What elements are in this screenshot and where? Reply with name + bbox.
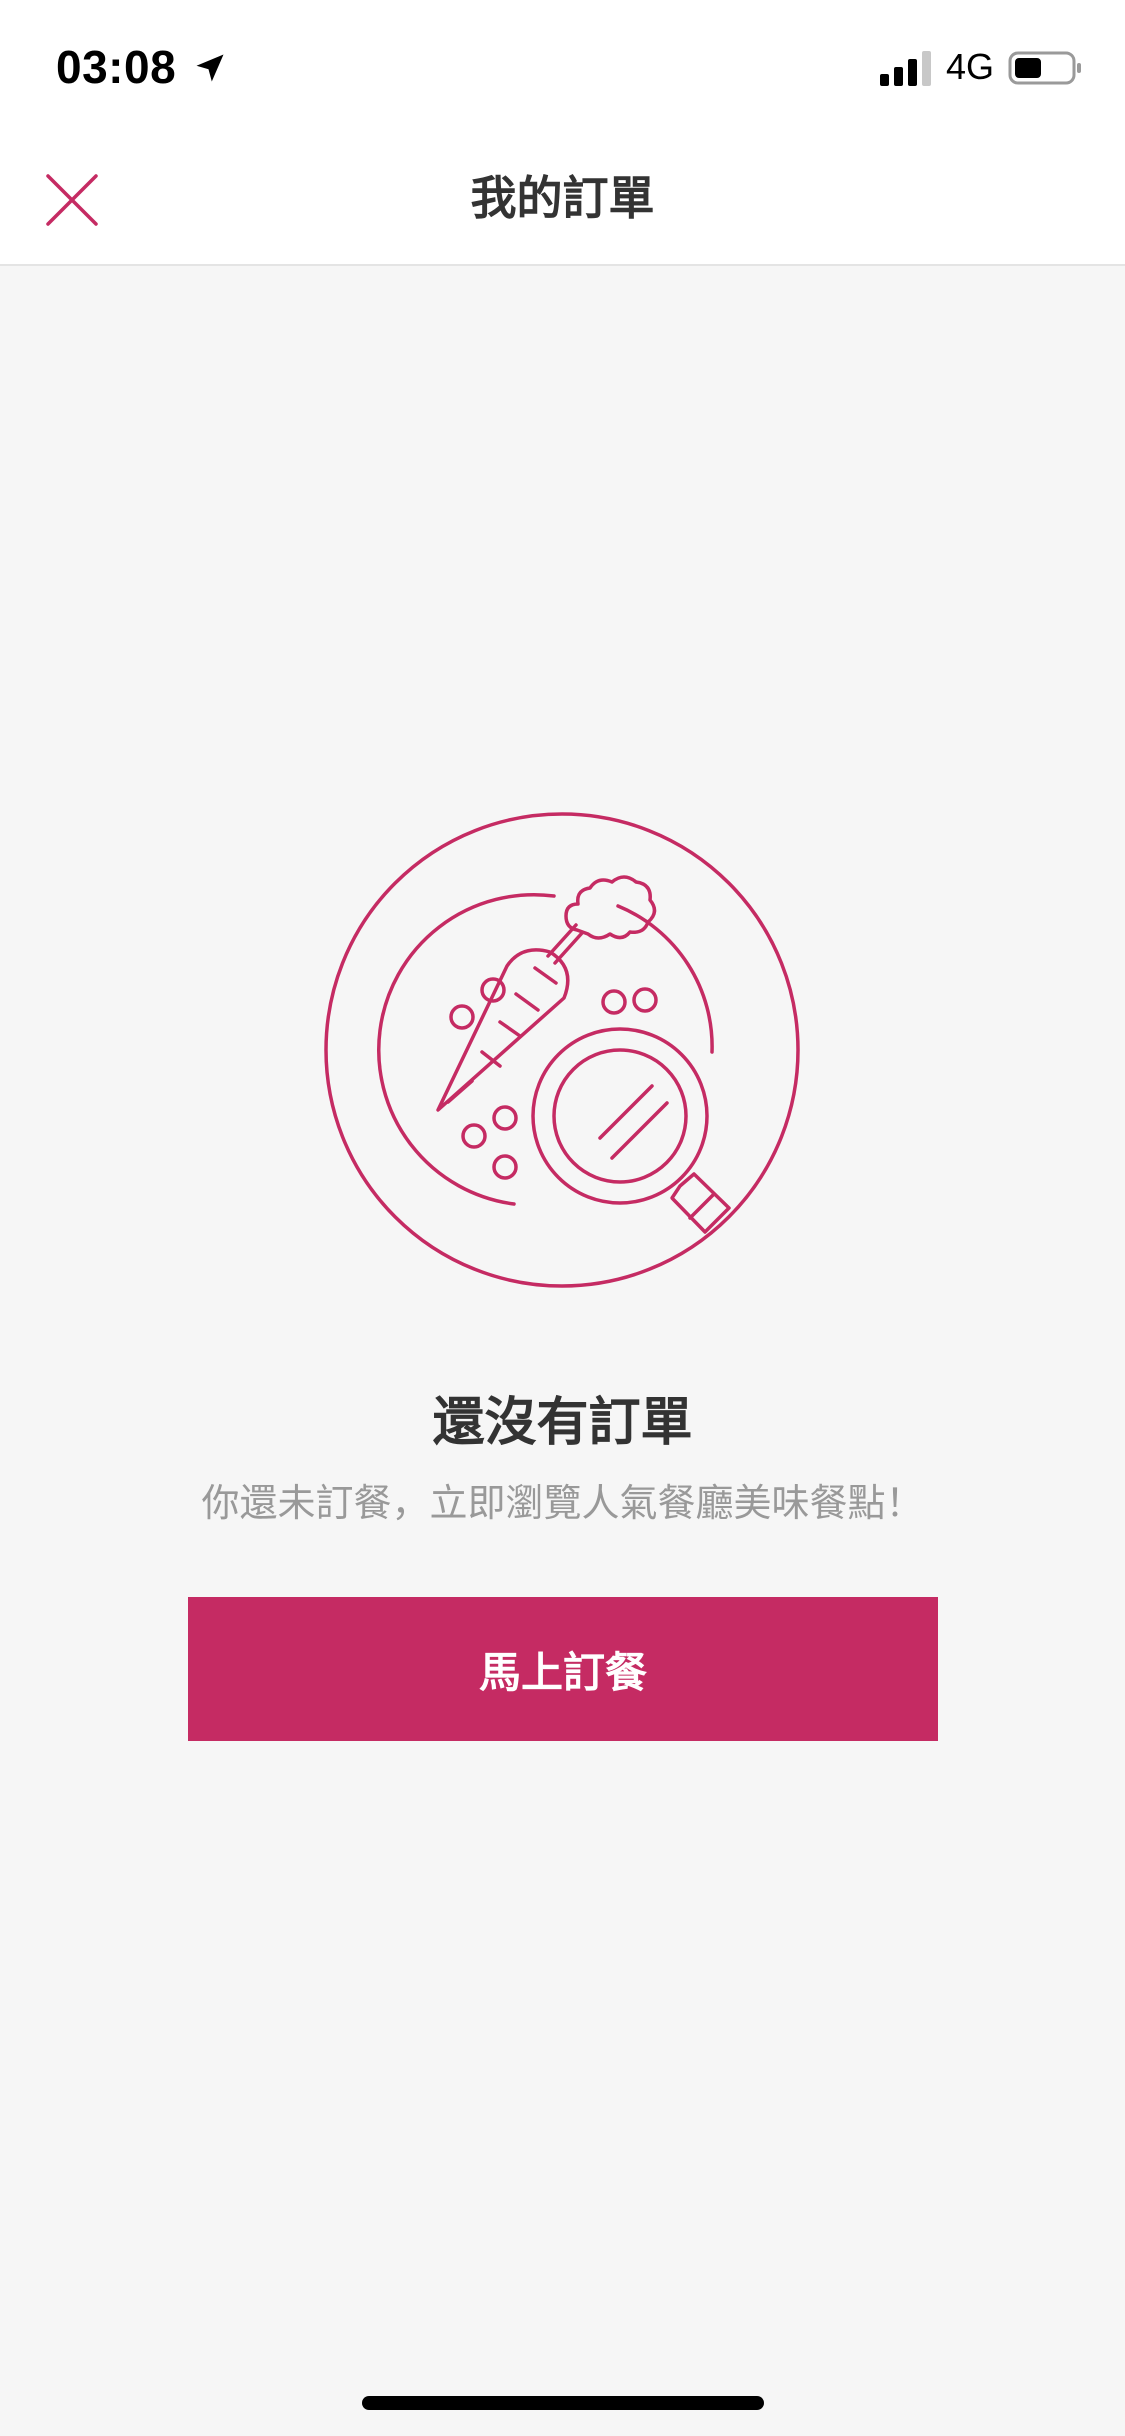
- order-now-button-label: 馬上訂餐: [478, 1647, 647, 1697]
- network-label: 4G: [946, 46, 995, 87]
- location-arrow-icon: [196, 54, 224, 82]
- status-bar: 03:08 4G: [0, 0, 1125, 132]
- close-button[interactable]: [30, 162, 114, 238]
- empty-state-subtitle: 你還未訂餐，立即瀏覽人氣餐廳美味餐點！: [201, 1481, 924, 1525]
- food-plate-search-icon: [324, 812, 800, 1288]
- close-icon: [46, 174, 98, 226]
- cellular-signal-icon: [880, 51, 931, 86]
- home-indicator[interactable]: [362, 2396, 764, 2410]
- battery-icon: [1008, 51, 1081, 85]
- order-now-button[interactable]: 馬上訂餐: [188, 1597, 938, 1741]
- page-title: 我的訂單: [470, 171, 655, 225]
- nav-bar: 我的訂單: [0, 132, 1125, 266]
- status-time: 03:08: [56, 41, 177, 93]
- orders-screen: 03:08 4G 我的訂單 還沒有訂單 你還未訂餐，立即瀏覽人氣餐廳美味餐點！ …: [0, 0, 1125, 2436]
- empty-state-title: 還沒有訂單: [432, 1393, 693, 1453]
